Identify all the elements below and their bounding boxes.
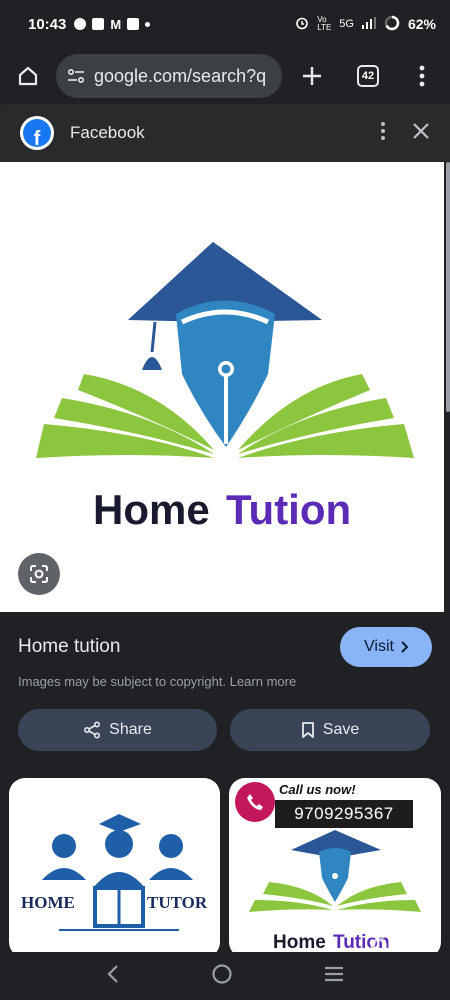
save-button[interactable]: Save: [230, 709, 430, 751]
tab-switcher-button[interactable]: 42: [350, 58, 386, 94]
home-tution-logo: Home Tution: [36, 242, 414, 533]
plus-icon: [303, 67, 321, 85]
panel-more-button[interactable]: [380, 121, 386, 146]
chevron-right-icon: [401, 641, 408, 653]
back-icon: [107, 964, 118, 983]
battery-icon: [384, 15, 400, 34]
phone-icon: [235, 782, 275, 822]
save-label: Save: [322, 721, 360, 738]
more-dot-icon: [145, 21, 151, 27]
chat-icon: [74, 18, 87, 30]
related-image-card[interactable]: HOME TUTOR: [9, 778, 220, 958]
logo-word-tution: Tution: [226, 486, 351, 533]
caption-word-home: Home: [273, 932, 326, 953]
system-nav-bar: [0, 952, 450, 1000]
share-label: Share: [109, 721, 152, 738]
alarm-icon: [295, 16, 309, 33]
url-bar[interactable]: google.com/search?q: [56, 54, 282, 98]
call-banner: Call us now! 9709295367: [229, 778, 441, 832]
square-icon: [127, 18, 140, 30]
status-time: 10:43: [28, 15, 67, 33]
image-preview[interactable]: Home Tution: [0, 162, 444, 612]
signal-icon: [361, 16, 376, 32]
site-settings-icon[interactable]: [66, 66, 86, 86]
close-button[interactable]: [412, 122, 430, 145]
lens-icon: [30, 565, 48, 583]
network-type: 5G: [339, 18, 354, 30]
home-icon: [18, 66, 38, 86]
visit-label: Visit: [364, 638, 394, 655]
close-icon: [413, 122, 429, 139]
new-tab-button[interactable]: [294, 58, 330, 94]
home-nav-button[interactable]: [211, 963, 233, 990]
share-button[interactable]: Share: [18, 709, 217, 751]
visit-button[interactable]: Visit: [340, 627, 432, 667]
more-vert-icon: [381, 121, 385, 140]
more-vert-icon: [419, 65, 425, 87]
logo-word-home: Home: [93, 486, 210, 533]
recents-icon: [325, 966, 344, 981]
card-label-home: HOME: [21, 893, 75, 912]
result-details: Home tution Visit Images may be subject …: [0, 612, 450, 772]
phone-number: 9709295367: [275, 800, 413, 828]
call-text: Call us now!: [279, 782, 356, 797]
url-text: google.com/search?q: [94, 65, 267, 86]
bookmark-icon: [301, 722, 314, 738]
facebook-logo-icon: f: [20, 116, 54, 150]
scrollbar[interactable]: [446, 162, 450, 412]
battery-percent: 62%: [407, 16, 436, 32]
source-title[interactable]: Facebook: [70, 123, 145, 143]
gmail-icon: M: [110, 16, 122, 32]
circle-home-icon: [212, 963, 232, 984]
card-label-tutor: TUTOR: [147, 893, 208, 912]
related-images: HOME TUTOR Call us now! 9709295367 Home …: [0, 772, 450, 958]
copyright-notice[interactable]: Images may be subject to copyright. Lear…: [18, 674, 296, 689]
back-button[interactable]: [106, 964, 120, 988]
share-icon: [84, 721, 101, 739]
notification-icon: [92, 18, 105, 30]
recents-button[interactable]: [324, 966, 344, 987]
system-icons: Vo LTE 5G 62%: [295, 15, 436, 34]
notification-icons: M: [74, 16, 151, 32]
status-bar: 10:43 M Vo LTE 5G 62%: [0, 0, 450, 48]
volte-icon: Vo LTE: [317, 15, 332, 32]
browser-toolbar: google.com/search?q 42: [0, 48, 450, 104]
home-tutor-image: HOME TUTOR: [21, 814, 208, 931]
google-lens-button[interactable]: [18, 553, 60, 595]
image-panel-header: f Facebook: [0, 104, 450, 162]
home-button[interactable]: [10, 58, 46, 94]
tab-count: 42: [357, 65, 379, 87]
browser-menu-button[interactable]: [404, 58, 440, 94]
result-title: Home tution: [18, 636, 121, 657]
